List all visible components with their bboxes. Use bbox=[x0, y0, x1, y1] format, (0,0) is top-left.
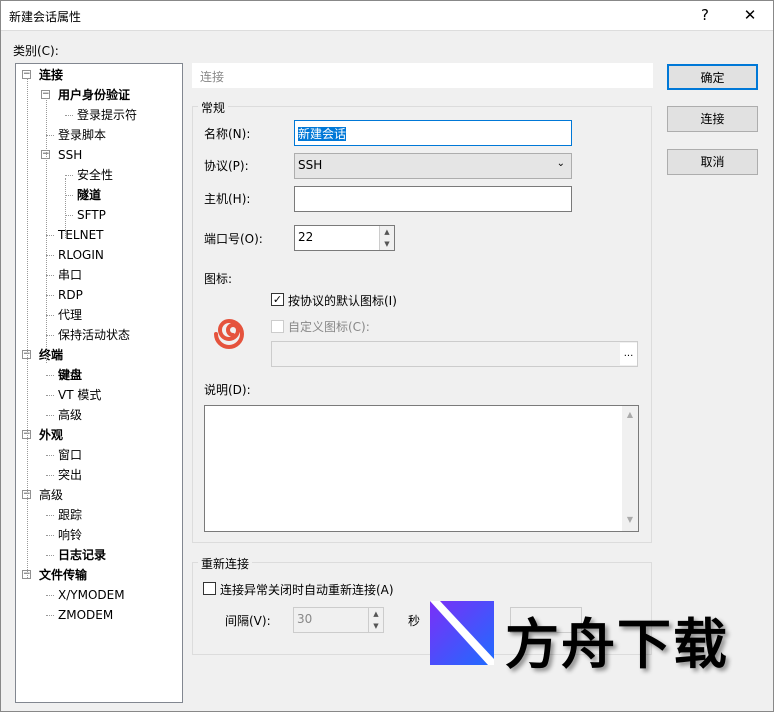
description-label: 说明(D): bbox=[204, 383, 251, 397]
spin-up-icon[interactable]: ▲ bbox=[368, 608, 383, 620]
spin-up-icon[interactable]: ▲ bbox=[379, 226, 394, 238]
protocol-value: SSH bbox=[298, 158, 323, 172]
tree-item[interactable]: 文件传输 bbox=[39, 566, 87, 584]
interval-input[interactable]: 30 ▲ ▼ bbox=[293, 607, 384, 633]
tree-item[interactable]: 连接 bbox=[39, 66, 63, 84]
reconnect-group-title: 重新连接 bbox=[198, 555, 253, 572]
connect-button[interactable]: 连接 bbox=[667, 106, 758, 132]
category-tree[interactable]: 连接 − 用户身份验证 − 登录提示符 登录脚本 SSH − 安全性 隧道 SFTP TELNET RL… bbox=[15, 63, 183, 703]
tree-item[interactable]: 突出 bbox=[58, 466, 82, 484]
tree-item[interactable]: 终端 bbox=[39, 346, 63, 364]
tree-connector bbox=[46, 395, 54, 396]
tree-item[interactable]: 代理 bbox=[58, 306, 82, 324]
custom-icon-path-input[interactable] bbox=[271, 341, 638, 367]
tree-item[interactable]: SFTP bbox=[77, 206, 106, 224]
auto-reconnect-label: 连接异常关闭时自动重新连接(A) bbox=[220, 583, 394, 597]
tree-item[interactable]: 日志记录 bbox=[58, 546, 106, 564]
default-icon-checkbox[interactable]: ✓ bbox=[271, 293, 284, 306]
tree-connector bbox=[46, 375, 54, 376]
auto-reconnect-checkbox[interactable] bbox=[203, 582, 216, 595]
tree-connector bbox=[65, 178, 66, 238]
tree-item[interactable]: 安全性 bbox=[77, 166, 113, 184]
tree-item[interactable]: 跟踪 bbox=[58, 506, 82, 524]
tree-connector bbox=[46, 415, 54, 416]
name-label: 名称(N): bbox=[204, 127, 251, 141]
tree-connector bbox=[65, 195, 73, 196]
tree-item[interactable]: 保持活动状态 bbox=[58, 326, 130, 344]
general-group-title: 常规 bbox=[198, 99, 229, 116]
chevron-down-icon: ⌄ bbox=[556, 158, 565, 169]
watermark-logo bbox=[430, 601, 494, 665]
port-value: 22 bbox=[298, 230, 314, 244]
tree-connector bbox=[46, 475, 54, 476]
browse-button[interactable]: ... bbox=[620, 343, 637, 365]
description-scrollbar[interactable]: ▲ ▼ bbox=[622, 406, 638, 531]
tree-connector bbox=[46, 535, 54, 536]
title-bar: 新建会话属性 ? ✕ bbox=[0, 0, 774, 31]
interval-label: 间隔(V): bbox=[225, 614, 271, 628]
tree-connector bbox=[65, 215, 73, 216]
section-heading: 连接 bbox=[192, 63, 653, 88]
tree-item[interactable]: SSH bbox=[58, 146, 82, 164]
tree-item[interactable]: VT 模式 bbox=[58, 386, 101, 404]
tree-item[interactable]: 响铃 bbox=[58, 526, 82, 544]
tree-connector bbox=[27, 78, 28, 578]
tree-item[interactable]: ZMODEM bbox=[58, 606, 113, 624]
host-label: 主机(H): bbox=[204, 192, 251, 206]
host-input[interactable] bbox=[294, 186, 572, 212]
icon-label: 图标: bbox=[204, 272, 233, 286]
tree-connector bbox=[65, 175, 73, 176]
tree-connector bbox=[46, 555, 54, 556]
port-input[interactable]: 22 ▲ ▼ bbox=[294, 225, 395, 251]
tree-connector bbox=[46, 335, 54, 336]
tree-item[interactable]: 登录脚本 bbox=[58, 126, 106, 144]
tree-connector bbox=[46, 455, 54, 456]
description-textarea[interactable] bbox=[204, 405, 639, 532]
tree-connector bbox=[46, 315, 54, 316]
ok-button[interactable]: 确定 bbox=[667, 64, 758, 90]
name-input[interactable]: 新建会话 bbox=[294, 120, 572, 146]
protocol-select[interactable]: SSH ⌄ bbox=[294, 153, 572, 179]
cancel-button[interactable]: 取消 bbox=[667, 149, 758, 175]
tree-connector bbox=[46, 135, 54, 136]
tree-item[interactable]: 高级 bbox=[39, 486, 63, 504]
watermark-text: 方舟下载 bbox=[505, 613, 729, 676]
tree-item[interactable]: 外观 bbox=[39, 426, 63, 444]
close-button[interactable]: ✕ bbox=[735, 4, 765, 26]
tree-connector bbox=[65, 115, 73, 116]
tree-item[interactable]: RDP bbox=[58, 286, 83, 304]
tree-item[interactable]: 键盘 bbox=[58, 366, 82, 384]
seconds-label: 秒 bbox=[408, 614, 421, 628]
tree-item[interactable]: 窗口 bbox=[58, 446, 82, 464]
tree-item[interactable]: 高级 bbox=[58, 406, 82, 424]
tree-connector bbox=[46, 275, 54, 276]
window-title: 新建会话属性 bbox=[9, 10, 82, 24]
name-input-value: 新建会话 bbox=[298, 127, 347, 141]
spin-down-icon[interactable]: ▼ bbox=[368, 620, 383, 632]
tree-item[interactable]: 串口 bbox=[58, 266, 82, 284]
port-label: 端口号(O): bbox=[204, 232, 263, 246]
tree-item[interactable]: 用户身份验证 bbox=[58, 86, 130, 104]
tree-connector bbox=[46, 615, 54, 616]
help-button[interactable]: ? bbox=[690, 4, 720, 26]
tree-connector bbox=[46, 515, 54, 516]
spin-down-icon[interactable]: ▼ bbox=[379, 238, 394, 250]
tree-connector bbox=[46, 295, 54, 296]
ssh-session-icon bbox=[208, 312, 250, 354]
protocol-label: 协议(P): bbox=[204, 159, 249, 173]
tree-item[interactable]: X/YMODEM bbox=[58, 586, 125, 604]
tree-connector bbox=[46, 255, 54, 256]
tree-connector bbox=[46, 98, 47, 363]
custom-icon-checkbox[interactable] bbox=[271, 320, 284, 333]
tree-connector bbox=[46, 595, 54, 596]
tree-item[interactable]: 隧道 bbox=[77, 186, 101, 204]
interval-value: 30 bbox=[297, 612, 313, 626]
category-label: 类别(C): bbox=[13, 44, 59, 58]
custom-icon-label: 自定义图标(C): bbox=[288, 320, 370, 334]
tree-item[interactable]: RLOGIN bbox=[58, 246, 104, 264]
tree-item[interactable]: 登录提示符 bbox=[77, 106, 137, 124]
tree-connector bbox=[46, 235, 54, 236]
default-icon-label: 按协议的默认图标(I) bbox=[288, 294, 397, 308]
